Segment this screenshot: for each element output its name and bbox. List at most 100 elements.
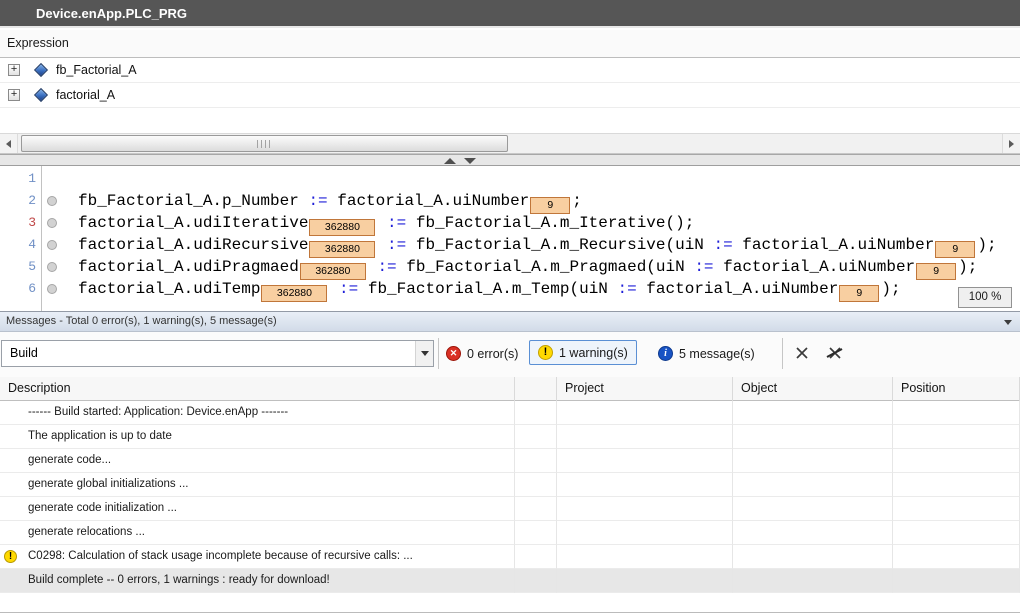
message-description-text: generate relocations ... bbox=[28, 521, 145, 544]
line-number: 6 bbox=[0, 278, 36, 300]
line-number: 3 bbox=[0, 212, 36, 234]
code-segment: ); bbox=[958, 258, 977, 276]
expression-tree-item[interactable]: +fb_Factorial_A bbox=[0, 58, 1020, 83]
message-row[interactable]: Build complete -- 0 errors, 1 warnings :… bbox=[0, 569, 1020, 593]
message-row[interactable]: generate relocations ... bbox=[0, 521, 1020, 545]
code-text: factorial_A.udiPragmaed362880 := fb_Fact… bbox=[78, 256, 977, 280]
expand-plus-icon[interactable]: + bbox=[8, 64, 20, 76]
code-line[interactable]: 1 bbox=[0, 168, 1020, 190]
message-description-text: ------ Build started: Application: Devic… bbox=[28, 401, 288, 424]
code-line[interactable]: 2fb_Factorial_A.p_Number := factorial_A.… bbox=[0, 190, 1020, 212]
combobox-dropdown-button[interactable] bbox=[415, 341, 433, 366]
message-description-text: The application is up to date bbox=[28, 425, 172, 448]
line-indicator-bullet-icon bbox=[47, 196, 57, 206]
horizontal-scrollbar[interactable] bbox=[0, 133, 1020, 154]
window-title-bar[interactable]: Device.enApp.PLC_PRG bbox=[0, 0, 1020, 28]
message-row[interactable]: ------ Build started: Application: Devic… bbox=[0, 401, 1020, 425]
message-description-text: generate code initialization ... bbox=[28, 497, 177, 520]
code-segment: factorial_A.uiNumber bbox=[328, 192, 530, 210]
code-segment: ); bbox=[881, 280, 900, 298]
message-object-cell bbox=[733, 473, 893, 497]
code-editor[interactable]: 100 % 12fb_Factorial_A.p_Number := facto… bbox=[0, 166, 1020, 311]
message-row[interactable]: generate code... bbox=[0, 449, 1020, 473]
messages-filter-button[interactable]: i 5 message(s) bbox=[658, 340, 755, 367]
scroll-right-arrow-icon bbox=[1009, 140, 1014, 148]
message-position-cell bbox=[893, 425, 1020, 449]
clear-x-crossed-icon bbox=[826, 345, 843, 361]
message-object-cell bbox=[733, 449, 893, 473]
code-segment: fb_Factorial_A.m_Temp(uiN bbox=[358, 280, 617, 298]
code-line[interactable]: 5 factorial_A.udiPragmaed362880 := fb_Fac… bbox=[0, 256, 1020, 278]
code-segment: := bbox=[377, 258, 396, 276]
column-header-description[interactable]: Description bbox=[0, 377, 515, 401]
message-project-cell bbox=[557, 425, 733, 449]
message-position-cell bbox=[893, 401, 1020, 425]
message-project-cell bbox=[557, 521, 733, 545]
expand-plus-icon[interactable]: + bbox=[8, 89, 20, 101]
code-segment bbox=[377, 236, 387, 254]
line-indicator-bullet-icon bbox=[47, 284, 57, 294]
inline-watch-value[interactable]: 362880 bbox=[261, 285, 327, 302]
line-number: 2 bbox=[0, 190, 36, 212]
errors-count-label: 0 error(s) bbox=[467, 347, 518, 361]
clear-all-messages-button[interactable] bbox=[822, 340, 846, 365]
message-row[interactable]: !C0298: Calculation of stack usage incom… bbox=[0, 545, 1020, 569]
code-text: factorial_A.udiRecursive362880 := fb_Fac… bbox=[78, 234, 997, 258]
message-description-text: Build complete -- 0 errors, 1 warnings :… bbox=[28, 569, 330, 592]
code-text: factorial_A.udiTemp362880 := fb_Factoria… bbox=[78, 278, 901, 302]
warnings-filter-button[interactable]: ! 1 warning(s) bbox=[529, 340, 637, 365]
message-row[interactable]: generate code initialization ... bbox=[0, 497, 1020, 521]
line-number: 1 bbox=[0, 168, 36, 190]
message-category-combobox[interactable]: Build bbox=[1, 340, 434, 367]
line-indicator-bullet-icon bbox=[47, 262, 57, 272]
message-position-cell bbox=[893, 449, 1020, 473]
code-segment: fb_Factorial_A.m_Iterative(); bbox=[406, 214, 694, 232]
expression-tree-item[interactable]: + factorial_A bbox=[0, 83, 1020, 108]
code-segment: factorial_A.uiNumber bbox=[637, 280, 839, 298]
messages-table-header: Description ProjectObjectPosition bbox=[0, 377, 1020, 401]
expression-label: factorial_A bbox=[56, 83, 115, 108]
code-line[interactable]: 4factorial_A.udiRecursive362880 := fb_Fa… bbox=[0, 234, 1020, 256]
column-header-position[interactable]: Position bbox=[893, 377, 1020, 401]
message-object-cell bbox=[733, 545, 893, 569]
code-line[interactable]: 3factorial_A.udiIterative362880 := fb_Fa… bbox=[0, 212, 1020, 234]
column-header-spacer[interactable] bbox=[515, 377, 557, 401]
message-object-cell bbox=[733, 401, 893, 425]
message-object-cell bbox=[733, 569, 893, 593]
chevron-down-icon bbox=[421, 351, 429, 356]
scroll-right-button[interactable] bbox=[1002, 134, 1020, 153]
code-segment: := bbox=[308, 192, 327, 210]
splitter-collapse-down-icon[interactable] bbox=[464, 158, 476, 164]
message-object-cell bbox=[733, 497, 893, 521]
expression-column-header[interactable]: Expression bbox=[0, 30, 1020, 58]
message-row[interactable]: generate global initializations ... bbox=[0, 473, 1020, 497]
code-segment: factorial_A.uiNumber bbox=[714, 258, 916, 276]
line-number: 5 bbox=[0, 256, 36, 278]
scrollbar-thumb[interactable] bbox=[21, 135, 508, 152]
code-segment: factorial_A.udiRecursive bbox=[78, 236, 308, 254]
code-segment: := bbox=[714, 236, 733, 254]
splitter-collapse-up-icon[interactable] bbox=[444, 158, 456, 164]
messages-menu-caret-icon[interactable] bbox=[1004, 320, 1012, 325]
message-object-cell bbox=[733, 425, 893, 449]
plc-watch-and-messages-window: Device.enApp.PLC_PRG Expression +fb_Fact… bbox=[0, 0, 1020, 613]
messages-panel-title: Messages - Total 0 error(s), 1 warning(s… bbox=[6, 312, 277, 331]
warnings-count-label: 1 warning(s) bbox=[559, 346, 628, 360]
code-segment: := bbox=[618, 280, 637, 298]
scroll-left-button[interactable] bbox=[0, 134, 18, 153]
column-header-project[interactable]: Project bbox=[557, 377, 733, 401]
panel-splitter[interactable] bbox=[0, 154, 1020, 166]
messages-panel-title-bar[interactable]: Messages - Total 0 error(s), 1 warning(s… bbox=[0, 311, 1020, 332]
expression-tree: +fb_Factorial_A+factorial_A bbox=[0, 58, 1020, 108]
expression-header-label: Expression bbox=[7, 30, 69, 57]
errors-filter-button[interactable]: ✕ 0 error(s) bbox=[446, 340, 518, 367]
message-project-cell bbox=[557, 569, 733, 593]
code-segment: ; bbox=[572, 192, 582, 210]
message-row[interactable]: The application is up to date bbox=[0, 425, 1020, 449]
column-header-object[interactable]: Object bbox=[733, 377, 893, 401]
clear-messages-button[interactable] bbox=[790, 340, 814, 365]
code-line[interactable]: 6 factorial_A.udiTemp362880 := fb_Factori… bbox=[0, 278, 1020, 300]
window-title: Device.enApp.PLC_PRG bbox=[36, 0, 187, 27]
inline-watch-value[interactable]: 9 bbox=[839, 285, 879, 302]
message-spacer-cell bbox=[515, 449, 557, 473]
